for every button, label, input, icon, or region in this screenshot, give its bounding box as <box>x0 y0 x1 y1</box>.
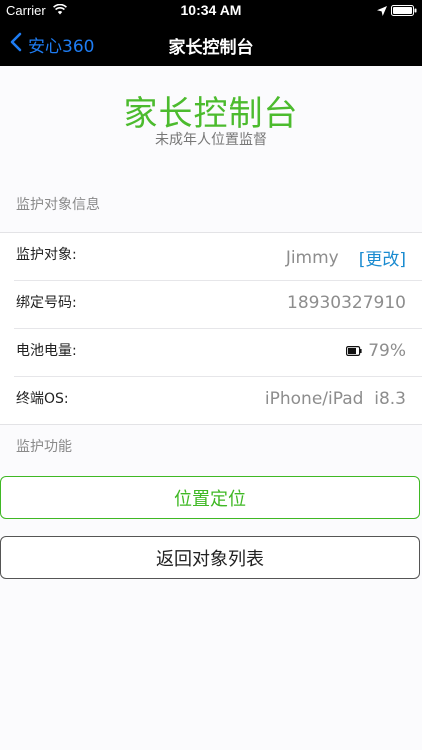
status-bar: Carrier 10:34 AM <box>0 0 422 22</box>
app-screen: Carrier 10:34 AM 安心360 家长控制台 家长控制台 未成年人位… <box>0 0 422 750</box>
section-header-functions: 监护功能 <box>16 439 72 455</box>
status-time: 10:34 AM <box>180 2 242 18</box>
nav-title: 家长控制台 <box>168 38 254 58</box>
back-to-list-button[interactable]: 返回对象列表 <box>0 536 420 579</box>
top-bar: Carrier 10:34 AM 安心360 家长控制台 <box>0 0 422 66</box>
phone-value[interactable]: 18930327910 <box>287 293 406 313</box>
page-subtitle: 未成年人位置监督 <box>155 132 267 148</box>
target-label: 监护对象: <box>16 247 77 263</box>
battery-level-icon <box>346 346 362 356</box>
nav-bar: 安心360 家长控制台 <box>0 22 422 66</box>
location-arrow-icon <box>377 5 387 20</box>
battery-icon <box>391 5 417 20</box>
info-row-phone: 绑定号码: 18930327910 <box>14 281 422 329</box>
info-row-os: 终端OS: iPhone/iPad i8.3 <box>14 377 422 424</box>
target-name: Jimmy <box>285 247 339 268</box>
os-value: iPhone/iPad i8.3 <box>264 389 406 409</box>
target-value: Jimmy [更改] <box>285 245 406 271</box>
battery-value-group: 79% <box>346 341 406 361</box>
battery-value: 79% <box>368 341 406 361</box>
section-header-info: 监护对象信息 <box>16 197 100 213</box>
change-target-link[interactable]: [更改] <box>359 245 406 270</box>
info-table: 监护对象: Jimmy [更改] 绑定号码: 18930327910 电池电量: <box>0 232 422 425</box>
os-label: 终端OS: <box>16 391 69 407</box>
info-row-target: 监护对象: Jimmy [更改] <box>14 233 422 281</box>
battery-label: 电池电量: <box>16 343 77 359</box>
page-title: 家长控制台 <box>123 94 299 134</box>
locate-button[interactable]: 位置定位 <box>0 476 420 519</box>
phone-label: 绑定号码: <box>16 295 77 311</box>
info-row-battery: 电池电量: 79% <box>14 329 422 377</box>
